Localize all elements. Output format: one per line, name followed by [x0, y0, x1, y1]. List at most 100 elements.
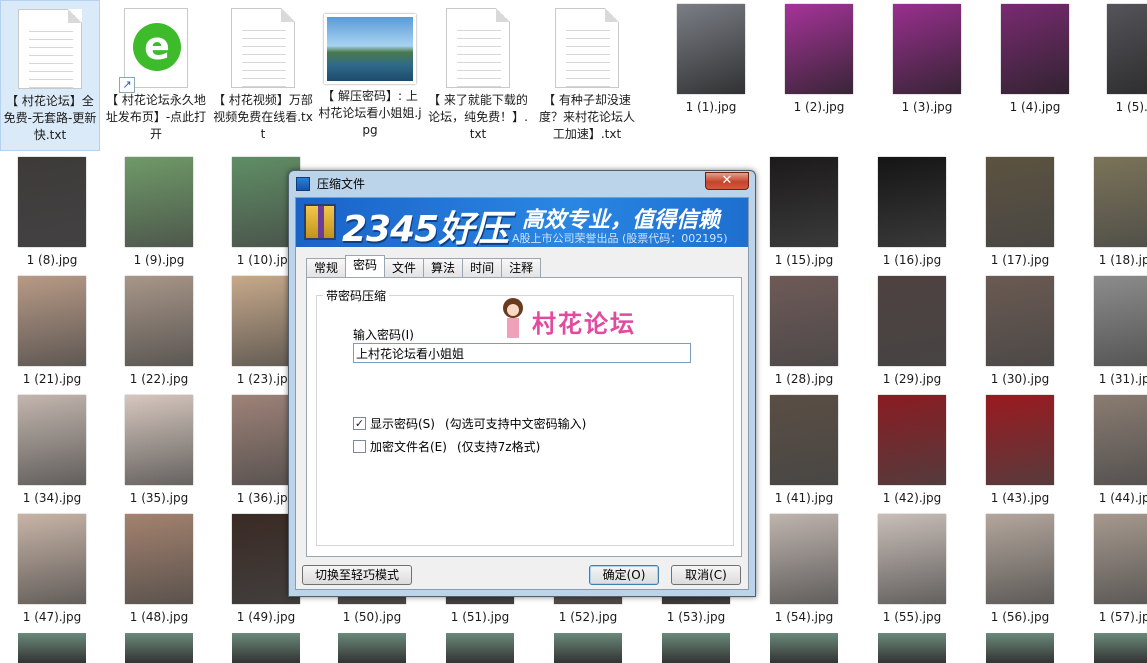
file-item[interactable]: 1 (4).jpg	[983, 4, 1087, 116]
file-label: 【 村花论坛】全免费-无套路-更新快.txt	[3, 94, 97, 142]
file-item[interactable]: 【 解压密码】: 上村花论坛看小姐姐.jpg	[318, 0, 422, 139]
switch-mode-button[interactable]: 切换至轻巧模式	[302, 565, 412, 585]
file-item[interactable]: 1 (43).jpg	[968, 395, 1072, 507]
file-item[interactable]: 1 (54).jpg	[752, 514, 856, 626]
image-thumbnail[interactable]	[18, 633, 86, 663]
image-thumbnail	[125, 514, 193, 604]
file-item[interactable]: 1 (31).jpg	[1076, 276, 1147, 388]
image-thumbnail	[986, 276, 1054, 366]
file-explorer: 【 村花论坛】全免费-无套路-更新快.txt e ↗ 【 村花论坛永久地址发布页…	[0, 0, 1147, 663]
tab-files[interactable]: 文件	[384, 258, 425, 277]
image-thumbnail	[18, 276, 86, 366]
file-item[interactable]: 1 (56).jpg	[968, 514, 1072, 626]
ok-button[interactable]: 确定(O)	[589, 565, 659, 585]
image-thumbnail	[1094, 276, 1147, 366]
image-thumbnail	[125, 276, 193, 366]
close-button[interactable]: ✕	[705, 172, 749, 190]
file-label: 1 (9).jpg	[133, 253, 185, 267]
app-icon	[296, 177, 310, 191]
show-password-checkbox[interactable]: ✓	[353, 417, 366, 430]
file-label: 1 (21).jpg	[22, 372, 82, 386]
image-thumbnail[interactable]	[446, 633, 514, 663]
file-label: 1 (47).jpg	[22, 610, 82, 624]
image-thumbnail	[324, 14, 416, 84]
image-thumbnail[interactable]	[662, 633, 730, 663]
file-item[interactable]: 1 (29).jpg	[860, 276, 964, 388]
text-file-icon	[18, 9, 82, 89]
encrypt-names-option[interactable]: 加密文件名(E) (仅支持7z格式)	[353, 438, 540, 455]
file-item[interactable]: 【 村花论坛】全免费-无套路-更新快.txt	[0, 0, 100, 151]
file-item[interactable]: 1 (48).jpg	[107, 514, 211, 626]
password-input[interactable]	[353, 343, 691, 363]
show-password-option[interactable]: ✓ 显示密码(S) (勾选可支持中文密码输入)	[353, 415, 586, 432]
image-thumbnail[interactable]	[554, 633, 622, 663]
encrypt-names-checkbox[interactable]	[353, 440, 366, 453]
image-thumbnail	[1094, 514, 1147, 604]
file-label: 1 (4).jpg	[1009, 100, 1061, 114]
file-label: 1 (3).jpg	[901, 100, 953, 114]
image-thumbnail[interactable]	[232, 633, 300, 663]
show-password-hint: (勾选可支持中文密码输入)	[444, 417, 587, 431]
file-item[interactable]: e ↗ 【 村花论坛永久地址发布页】-点此打开	[104, 0, 208, 143]
file-item[interactable]: 1 (57).jpg	[1076, 514, 1147, 626]
image-thumbnail[interactable]	[1094, 633, 1147, 663]
file-item[interactable]: 1 (9).jpg	[107, 157, 211, 269]
file-label: 1 (41).jpg	[774, 491, 834, 505]
tab-general[interactable]: 常规	[306, 258, 347, 277]
browser-e-icon: e	[133, 23, 181, 71]
file-item[interactable]: 【 村花视频】万部视频免费在线看.txt	[211, 0, 315, 143]
file-item[interactable]: 1 (28).jpg	[752, 276, 856, 388]
brand-banner: 2345好压 高效专业，值得信赖 A股上市公司荣誉出品 (股票代码：002195…	[296, 198, 748, 247]
file-item[interactable]: 1 (5).jpg	[1089, 4, 1147, 116]
file-item[interactable]: 1 (22).jpg	[107, 276, 211, 388]
file-item[interactable]: 1 (42).jpg	[860, 395, 964, 507]
text-file-icon	[446, 8, 510, 88]
file-item[interactable]: 1 (2).jpg	[767, 4, 871, 116]
file-item[interactable]: 1 (15).jpg	[752, 157, 856, 269]
password-group: 带密码压缩 村花论坛 输入密码(I) ✓ 显示密码(S) (勾选可支持中文密码输…	[316, 287, 734, 546]
file-label: 1 (5).jpg	[1115, 100, 1147, 114]
file-item[interactable]: 【 有种子却没速度？来村花论坛人工加速】.txt	[535, 0, 639, 143]
file-item[interactable]: 1 (21).jpg	[0, 276, 104, 388]
image-thumbnail[interactable]	[338, 633, 406, 663]
file-item[interactable]: 1 (18).jpg	[1076, 157, 1147, 269]
file-item[interactable]: 1 (44).jpg	[1076, 395, 1147, 507]
image-thumbnail	[677, 4, 745, 94]
file-item[interactable]: 1 (55).jpg	[860, 514, 964, 626]
file-label: 1 (49).jpg	[236, 610, 296, 624]
file-label: 1 (56).jpg	[990, 610, 1050, 624]
forum-watermark: 村花论坛	[502, 298, 636, 344]
image-thumbnail[interactable]	[878, 633, 946, 663]
tab-comment[interactable]: 注释	[501, 258, 542, 277]
tab-algorithm[interactable]: 算法	[423, 258, 464, 277]
file-label: 1 (53).jpg	[666, 610, 726, 624]
file-item[interactable]: 1 (8).jpg	[0, 157, 104, 269]
image-thumbnail	[986, 395, 1054, 485]
encrypt-names-label: 加密文件名(E)	[370, 440, 447, 454]
file-item[interactable]: 1 (41).jpg	[752, 395, 856, 507]
tab-password[interactable]: 密码	[345, 255, 386, 277]
file-label: 【 有种子却没速度？来村花论坛人工加速】.txt	[538, 93, 635, 141]
image-thumbnail	[878, 395, 946, 485]
image-thumbnail[interactable]	[125, 633, 193, 663]
file-item[interactable]: 1 (47).jpg	[0, 514, 104, 626]
image-thumbnail	[770, 157, 838, 247]
file-label: 1 (48).jpg	[129, 610, 189, 624]
image-thumbnail[interactable]	[770, 633, 838, 663]
cancel-button[interactable]: 取消(C)	[671, 565, 741, 585]
dialog-titlebar[interactable]: 压缩文件 ✕	[289, 171, 755, 195]
file-item[interactable]: 1 (16).jpg	[860, 157, 964, 269]
image-thumbnail	[878, 514, 946, 604]
file-item[interactable]: 【 来了就能下载的论坛，纯免费！】.txt	[426, 0, 530, 143]
file-label: 1 (52).jpg	[558, 610, 618, 624]
file-item[interactable]: 1 (1).jpg	[659, 4, 763, 116]
file-label: 1 (8).jpg	[26, 253, 78, 267]
file-item[interactable]: 1 (30).jpg	[968, 276, 1072, 388]
file-item[interactable]: 1 (17).jpg	[968, 157, 1072, 269]
tab-time[interactable]: 时间	[462, 258, 503, 277]
file-item[interactable]: 1 (35).jpg	[107, 395, 211, 507]
file-item[interactable]: 1 (34).jpg	[0, 395, 104, 507]
file-item[interactable]: 1 (3).jpg	[875, 4, 979, 116]
image-thumbnail	[125, 395, 193, 485]
image-thumbnail[interactable]	[986, 633, 1054, 663]
